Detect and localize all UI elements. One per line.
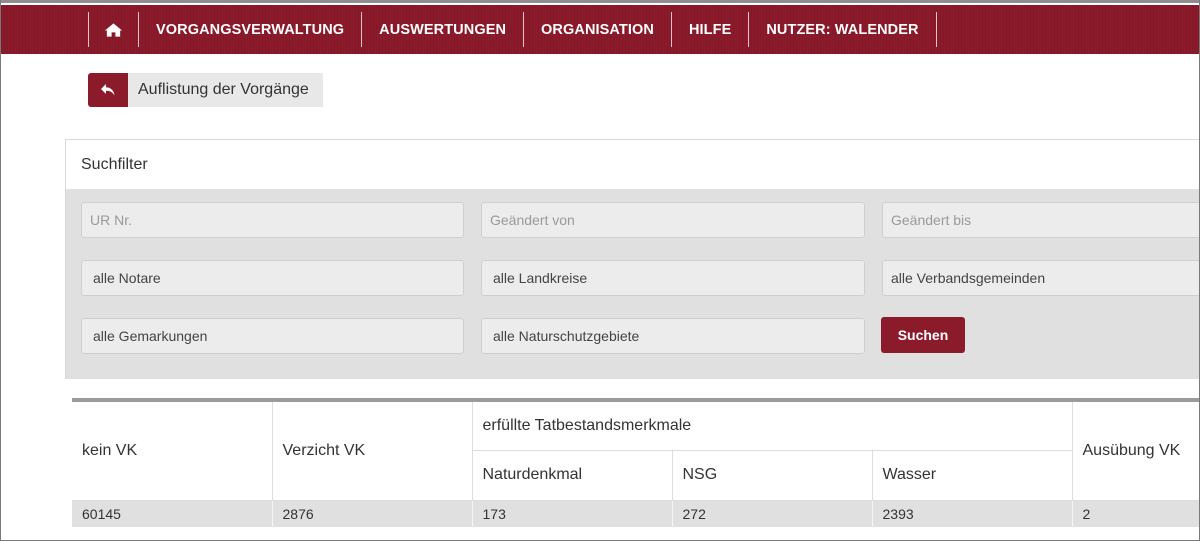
- col-verzicht-vk: Verzicht VK: [272, 402, 473, 501]
- page-title: Auflistung der Vorgänge: [128, 73, 323, 107]
- app-window: VORGANGSVERWALTUNG AUSWERTUNGEN ORGANISA…: [0, 0, 1200, 541]
- reply-arrow-icon: [101, 84, 115, 96]
- col-ausuebung-vk: Ausübung VK: [1072, 402, 1199, 501]
- search-button[interactable]: Suchen: [881, 317, 965, 353]
- home-icon: [104, 22, 123, 37]
- nav-auswertungen[interactable]: AUSWERTUNGEN: [362, 12, 525, 47]
- value-naturdenkmal: 173: [472, 500, 673, 527]
- col-kein-vk: kein VK: [72, 402, 273, 501]
- municipality-select[interactable]: alle Verbandsgemeinden: [882, 260, 1199, 296]
- col-nsg: NSG: [672, 450, 873, 501]
- value-wasser: 2393: [872, 500, 1073, 527]
- filter-panel-title: Suchfilter: [66, 140, 1199, 190]
- nav-organisation[interactable]: ORGANISATION: [524, 12, 672, 47]
- value-kein-vk: 60145: [72, 500, 273, 527]
- notary-select[interactable]: alle Notare: [81, 260, 464, 296]
- changed-from-input[interactable]: Geändert von: [481, 202, 865, 238]
- statistics-table: kein VK Verzicht VK erfüllte Tatbestands…: [72, 398, 1199, 527]
- value-nsg: 272: [672, 500, 873, 527]
- value-ausuebung-vk: 2: [1072, 500, 1199, 527]
- ur-nr-input[interactable]: UR Nr.: [81, 202, 464, 238]
- nav-hilfe[interactable]: HILFE: [672, 12, 750, 47]
- value-verzicht-vk: 2876: [272, 500, 473, 527]
- col-group-tatbestandsmerkmale: erfüllte Tatbestandsmerkmale: [472, 402, 1073, 451]
- search-filter-panel: Suchfilter UR Nr. Geändert von Geändert …: [65, 139, 1199, 379]
- table-row: 60145 2876 173 272 2393 2: [72, 500, 1199, 527]
- district-select[interactable]: alle Landkreise: [481, 260, 865, 296]
- col-wasser: Wasser: [872, 450, 1073, 501]
- nav-user-menu[interactable]: NUTZER: WALENDER: [749, 12, 937, 47]
- back-button[interactable]: [88, 73, 128, 107]
- nature-reserve-select[interactable]: alle Naturschutzgebiete: [481, 318, 865, 354]
- page-header: Auflistung der Vorgänge: [88, 73, 323, 107]
- changed-to-input[interactable]: Geändert bis: [882, 202, 1199, 238]
- col-naturdenkmal: Naturdenkmal: [472, 450, 673, 501]
- filter-form: UR Nr. Geändert von Geändert bis alle No…: [66, 190, 1199, 379]
- cadastral-district-select[interactable]: alle Gemarkungen: [81, 318, 464, 354]
- nav-vorgangsverwaltung[interactable]: VORGANGSVERWALTUNG: [139, 12, 363, 47]
- nav-home[interactable]: [88, 12, 139, 47]
- main-navbar: VORGANGSVERWALTUNG AUSWERTUNGEN ORGANISA…: [1, 5, 1199, 54]
